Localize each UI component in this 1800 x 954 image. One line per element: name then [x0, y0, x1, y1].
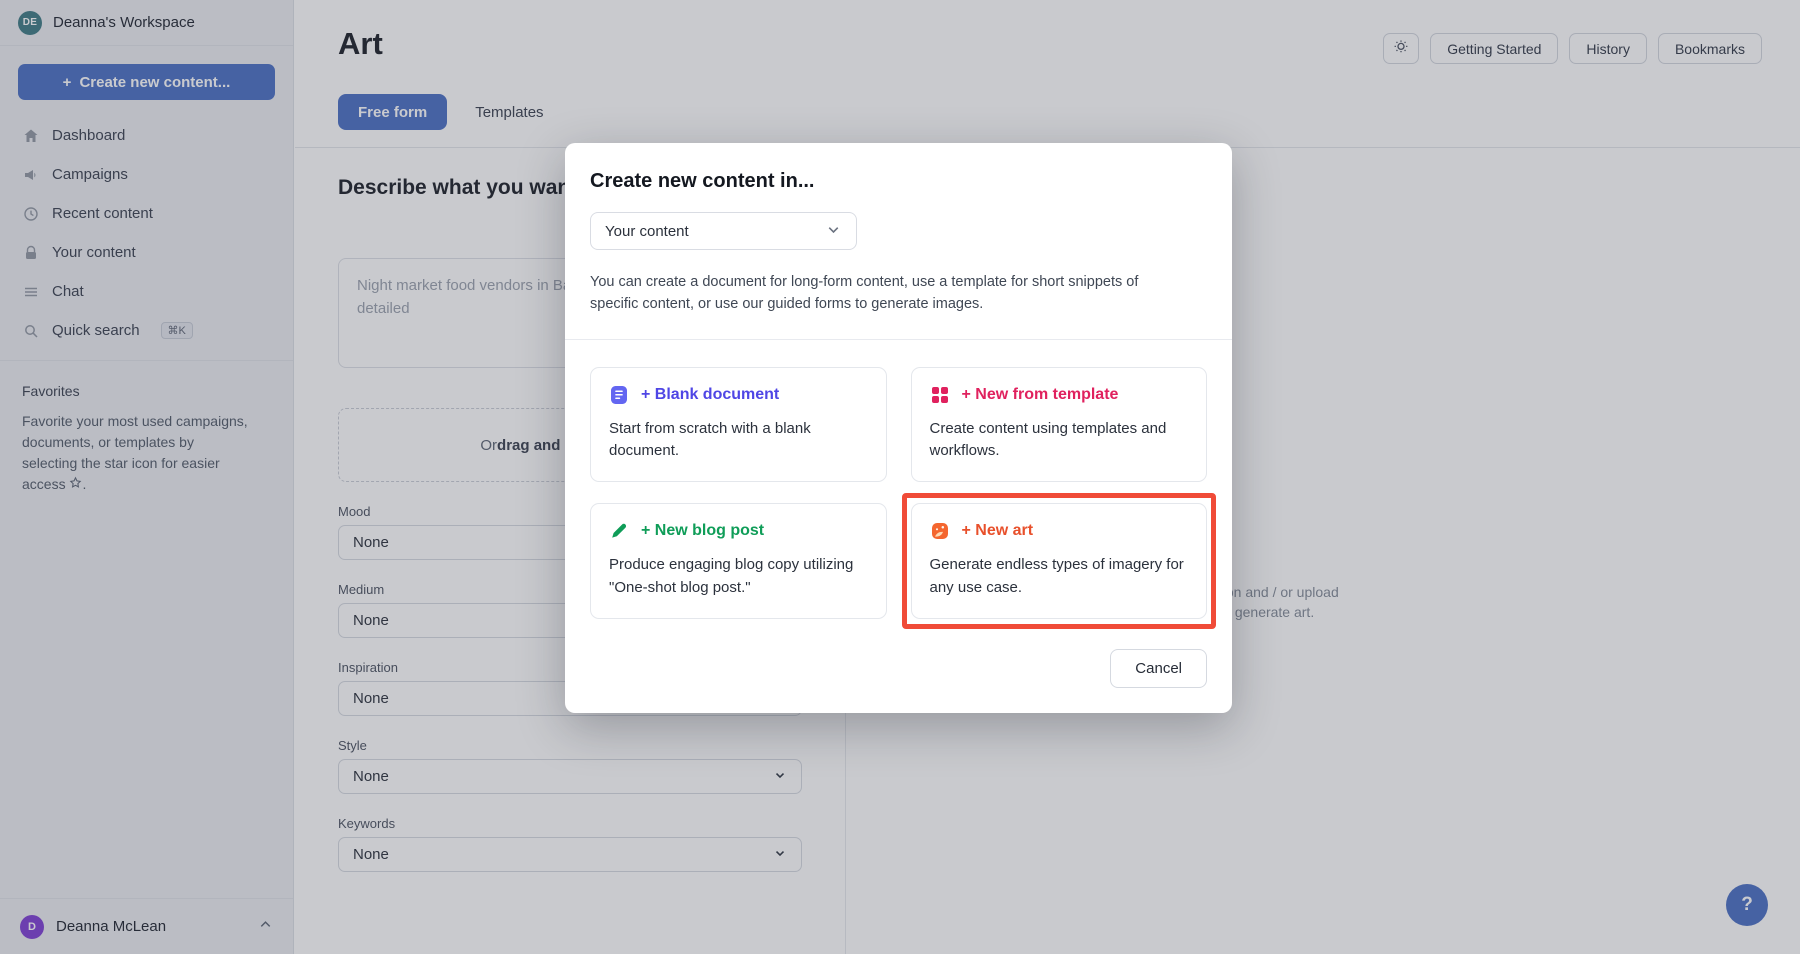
modal-title: Create new content in... [590, 170, 1207, 193]
cancel-button[interactable]: Cancel [1110, 649, 1207, 688]
create-content-modal: Create new content in... Your content Yo… [565, 143, 1232, 713]
destination-select[interactable]: Your content [590, 212, 857, 250]
palette-icon [930, 521, 950, 541]
card-title: + New from template [962, 386, 1119, 404]
modal-footer: Cancel [565, 619, 1232, 713]
card-header: + New art [930, 521, 1189, 541]
modal-description: You can create a document for long-form … [590, 271, 1190, 316]
card-header: + Blank document [609, 385, 868, 405]
content-type-cards: + Blank document Start from scratch with… [565, 340, 1232, 619]
card-title: + New blog post [641, 522, 764, 540]
grid-icon [930, 385, 950, 405]
card-header: + New from template [930, 385, 1189, 405]
card-body: Generate endless types of imagery for an… [930, 554, 1189, 598]
modal-header: Create new content in... Your content Yo… [565, 143, 1232, 340]
card-new-blog-post[interactable]: + New blog post Produce engaging blog co… [590, 503, 887, 618]
card-title: + Blank document [641, 386, 779, 404]
document-icon [609, 385, 629, 405]
pencil-icon [609, 521, 629, 541]
card-body: Create content using templates and workf… [930, 418, 1189, 462]
card-new-art[interactable]: + New art Generate endless types of imag… [911, 503, 1208, 618]
card-body: Start from scratch with a blank document… [609, 418, 868, 462]
card-blank-document[interactable]: + Blank document Start from scratch with… [590, 367, 887, 482]
destination-value: Your content [605, 223, 689, 240]
chevron-down-icon [825, 221, 842, 242]
card-header: + New blog post [609, 521, 868, 541]
card-new-from-template[interactable]: + New from template Create content using… [911, 367, 1208, 482]
app-root: DE Deanna's Workspace + Create new conte… [0, 0, 1800, 954]
card-title: + New art [962, 522, 1034, 540]
card-body: Produce engaging blog copy utilizing "On… [609, 554, 868, 598]
